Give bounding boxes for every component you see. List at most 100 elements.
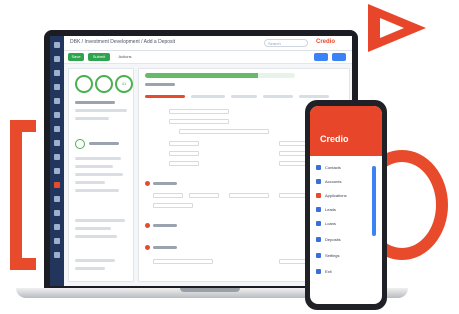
phone-menu-label: Deposits [325, 237, 341, 242]
chart-icon[interactable] [54, 168, 60, 174]
more-button[interactable] [332, 53, 346, 61]
workflow-progress [145, 73, 295, 78]
submit-button[interactable]: Submit [88, 53, 110, 61]
phone-menu-label: Settings [325, 253, 340, 258]
summary-heading [75, 101, 115, 104]
detail-line [75, 181, 105, 184]
phone-menu-label: Exit [325, 269, 332, 274]
detail-line [75, 165, 113, 168]
app-logo: Credio [316, 39, 336, 45]
actions-menu[interactable]: Actions [114, 53, 136, 61]
section-marker [145, 181, 150, 186]
form-field[interactable] [169, 151, 199, 156]
exit-icon [316, 269, 321, 274]
settings-icon[interactable] [54, 210, 60, 216]
logout-icon[interactable] [54, 252, 60, 258]
search-icon[interactable] [54, 56, 60, 62]
phone-menu-item[interactable]: Exit [316, 268, 376, 276]
action-toolbar: Save Submit Actions [64, 51, 352, 64]
section-heading [153, 246, 177, 249]
reports-icon[interactable] [54, 126, 60, 132]
phone-menu-item[interactable]: Leads [316, 206, 376, 214]
summary-line [75, 117, 109, 120]
section-heading [89, 142, 119, 145]
laptop-notch [180, 288, 240, 292]
contacts-icon [316, 165, 321, 170]
documents-icon[interactable] [54, 154, 60, 160]
loans-icon[interactable] [54, 196, 60, 202]
deposits-icon [316, 237, 321, 242]
phone-menu-label: Accounts [325, 179, 342, 184]
status-circle [95, 75, 113, 93]
phone-menu-item[interactable]: Applications [316, 192, 376, 200]
form-field[interactable] [169, 119, 229, 124]
loans-icon [316, 221, 321, 226]
detail-line [75, 227, 111, 230]
phone-header: Credio [310, 106, 382, 156]
detail-line [75, 267, 105, 270]
phone-menu-item[interactable]: Deposits [316, 236, 376, 244]
summary-line [75, 109, 127, 112]
tab-tasks[interactable] [299, 95, 329, 98]
form-field[interactable] [189, 193, 219, 198]
phone-menu-label: Contacts [325, 165, 341, 170]
detail-line [75, 173, 123, 176]
search-input[interactable]: Search [264, 39, 308, 47]
phone-screen: Credio Contacts Accounts Applications Le… [310, 106, 382, 304]
phone-menu-label: Loans [325, 221, 336, 226]
deposit-icon[interactable] [54, 182, 60, 188]
detail-line [75, 189, 119, 192]
progress-circle [75, 75, 93, 93]
phone-scrollbar[interactable] [372, 166, 376, 236]
app-sidebar [50, 36, 64, 286]
notifications-icon[interactable] [54, 238, 60, 244]
applications-icon [316, 193, 321, 198]
form-field[interactable] [169, 141, 199, 146]
form-field[interactable] [153, 259, 213, 264]
form-field[interactable] [179, 129, 269, 134]
stage-label [145, 83, 175, 86]
form-field[interactable] [229, 193, 269, 198]
form-field[interactable] [169, 161, 199, 166]
calendar-icon[interactable] [54, 140, 60, 146]
phone-menu-item[interactable]: Contacts [316, 164, 376, 172]
detail-line [75, 219, 125, 222]
menu-icon[interactable] [54, 42, 60, 48]
form-field[interactable] [153, 193, 183, 198]
phone-menu-item[interactable]: Settings [316, 252, 376, 260]
form-field[interactable] [153, 203, 193, 208]
phone-menu-item[interactable]: Accounts [316, 178, 376, 186]
leads-icon [316, 207, 321, 212]
section-heading [153, 182, 177, 185]
tab-notes[interactable] [263, 95, 293, 98]
phone-logo: Credio [320, 134, 349, 144]
phone-menu-label: Applications [325, 193, 347, 198]
dashboard-icon[interactable] [54, 70, 60, 76]
tab-documents[interactable] [191, 95, 225, 98]
workflow-progress-fill [145, 73, 258, 78]
detail-line [75, 259, 115, 262]
form-field[interactable] [169, 109, 229, 114]
accounts-icon [316, 179, 321, 184]
brand-triangle-inner [380, 18, 404, 38]
phone-menu-item[interactable]: Loans [316, 220, 376, 228]
settings-icon [316, 253, 321, 258]
window-title: DBK / Investment Development / Add a Dep… [70, 39, 176, 45]
section-heading [153, 224, 177, 227]
save-button[interactable]: Save [68, 53, 84, 61]
summary-panel: 41 [68, 68, 134, 282]
detail-line [75, 235, 117, 238]
contacts-icon[interactable] [54, 98, 60, 104]
shield-icon [75, 139, 85, 149]
user-icon[interactable] [54, 84, 60, 90]
brand-bracket-shape [10, 120, 36, 270]
tab-history[interactable] [231, 95, 257, 98]
accounts-icon[interactable] [54, 112, 60, 118]
edit-button[interactable] [314, 53, 328, 61]
detail-line [75, 157, 121, 160]
badge-circle: 41 [115, 75, 133, 93]
tab-application-details[interactable] [145, 95, 185, 98]
app-topbar: DBK / Investment Development / Add a Dep… [64, 36, 352, 51]
help-icon[interactable] [54, 224, 60, 230]
section-marker [145, 245, 150, 250]
